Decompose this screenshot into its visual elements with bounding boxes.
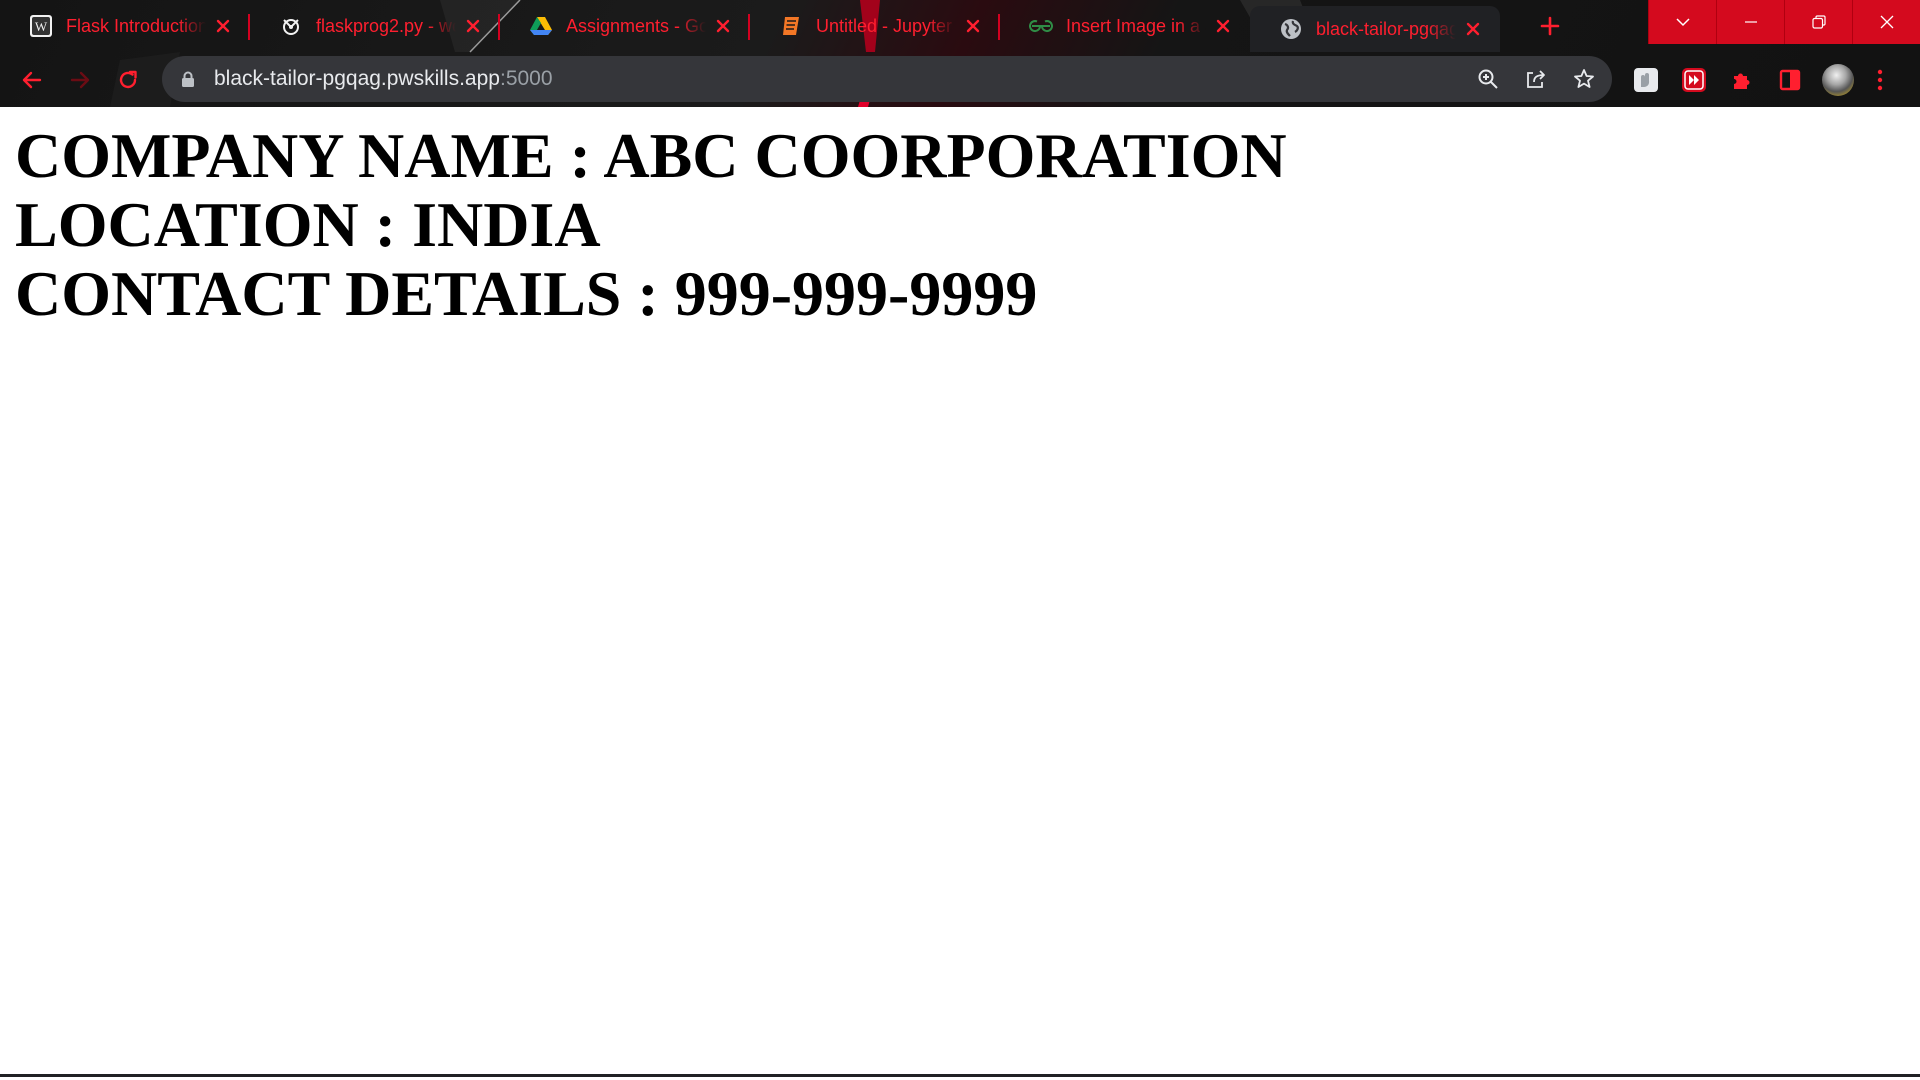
avatar (1822, 63, 1854, 96)
jupyter-book-icon (779, 14, 803, 38)
puzzle-icon (1734, 73, 1750, 89)
tab-search-button[interactable] (1648, 0, 1716, 44)
bookmark-star-icon[interactable] (1572, 67, 1596, 91)
reload-icon (119, 70, 137, 88)
extensions-area (1630, 52, 1890, 107)
tab-black-tailor-active[interactable]: black-tailor-pgqag. (1250, 6, 1500, 52)
replit-icon (279, 14, 303, 38)
company-name-heading: COMPANY NAME : ABC COORPORATION (15, 120, 1287, 191)
back-button[interactable] (12, 60, 52, 100)
tab-title: Insert Image in a Ju (1066, 15, 1206, 36)
pwskills-icon: W (29, 14, 53, 38)
plus-icon (1540, 16, 1560, 36)
close-icon[interactable] (962, 15, 984, 37)
tab-title: flaskprog2.py - wo (316, 15, 456, 36)
close-icon[interactable] (212, 15, 234, 37)
close-icon[interactable] (1212, 15, 1234, 37)
minimize-icon (1744, 21, 1757, 23)
contact-details-heading: CONTACT DETAILS : 999-999-9999 (15, 258, 1038, 329)
close-icon[interactable] (1462, 18, 1484, 40)
lock-icon[interactable] (180, 70, 196, 88)
page-viewport: COMPANY NAME : ABC COORPORATION LOCATION… (0, 107, 1920, 1077)
extension-reader-button[interactable] (1630, 64, 1662, 96)
google-drive-icon (529, 14, 553, 38)
forward-button[interactable] (60, 60, 100, 100)
tab-flaskprog2[interactable]: flaskprog2.py - wo (250, 0, 500, 52)
arrow-right-icon (70, 71, 90, 88)
close-icon[interactable] (712, 15, 734, 37)
close-icon[interactable] (462, 15, 484, 37)
side-panel-icon (1779, 69, 1801, 90)
geeksforgeeks-icon (1029, 14, 1053, 38)
close-icon (1880, 15, 1893, 29)
profile-button[interactable] (1822, 63, 1854, 96)
address-bar-actions (1476, 56, 1596, 102)
extension-video-speed-button[interactable] (1678, 64, 1710, 96)
zoom-icon[interactable] (1476, 67, 1500, 91)
arrow-left-icon (22, 71, 42, 88)
new-tab-button[interactable] (1530, 8, 1570, 44)
tab-strip: W Flask Introduction, flaskprog2.py - wo (0, 0, 1640, 52)
tab-insert-image-jupyter[interactable]: Insert Image in a Ju (1000, 0, 1250, 52)
tab-title: black-tailor-pgqag. (1316, 18, 1456, 39)
close-window-button[interactable] (1852, 0, 1920, 44)
address-bar[interactable]: black-tailor-pgqag.pwskills.app:5000 (162, 56, 1612, 102)
url-port: :5000 (499, 67, 553, 90)
taskbar-edge (0, 1074, 1920, 1077)
extensions-button[interactable] (1726, 64, 1758, 96)
fast-forward-icon (1682, 67, 1706, 92)
globe-icon (1279, 17, 1303, 41)
tab-assignments-drive[interactable]: Assignments - Goo (500, 0, 750, 52)
window-controls (1648, 0, 1920, 44)
url-text: black-tailor-pgqag.pwskills.app:5000 (214, 67, 553, 91)
tab-untitled-jupyter[interactable]: Untitled - Jupyter N (750, 0, 1000, 52)
reload-button[interactable] (108, 60, 148, 100)
restore-icon (1811, 15, 1826, 29)
url-host: black-tailor-pgqag.pwskills.app (214, 67, 500, 90)
svg-text:W: W (35, 19, 48, 34)
share-icon[interactable] (1524, 67, 1548, 91)
tab-title: Assignments - Goo (566, 15, 706, 36)
browser-chrome: W Flask Introduction, flaskprog2.py - wo (0, 0, 1920, 107)
side-panel-button[interactable] (1774, 64, 1806, 96)
location-heading: LOCATION : INDIA (15, 189, 601, 260)
minimize-button[interactable] (1716, 0, 1784, 44)
chevron-down-icon (1675, 18, 1690, 27)
more-vertical-icon (1877, 69, 1883, 90)
page-content: COMPANY NAME : ABC COORPORATION LOCATION… (15, 121, 1287, 328)
tab-flask-introduction[interactable]: W Flask Introduction, (0, 0, 250, 52)
extension-reader-icon (1634, 67, 1658, 92)
tab-title: Flask Introduction, (66, 15, 206, 36)
restore-button[interactable] (1784, 0, 1852, 44)
menu-button[interactable] (1870, 64, 1890, 96)
tab-title: Untitled - Jupyter N (816, 15, 956, 36)
